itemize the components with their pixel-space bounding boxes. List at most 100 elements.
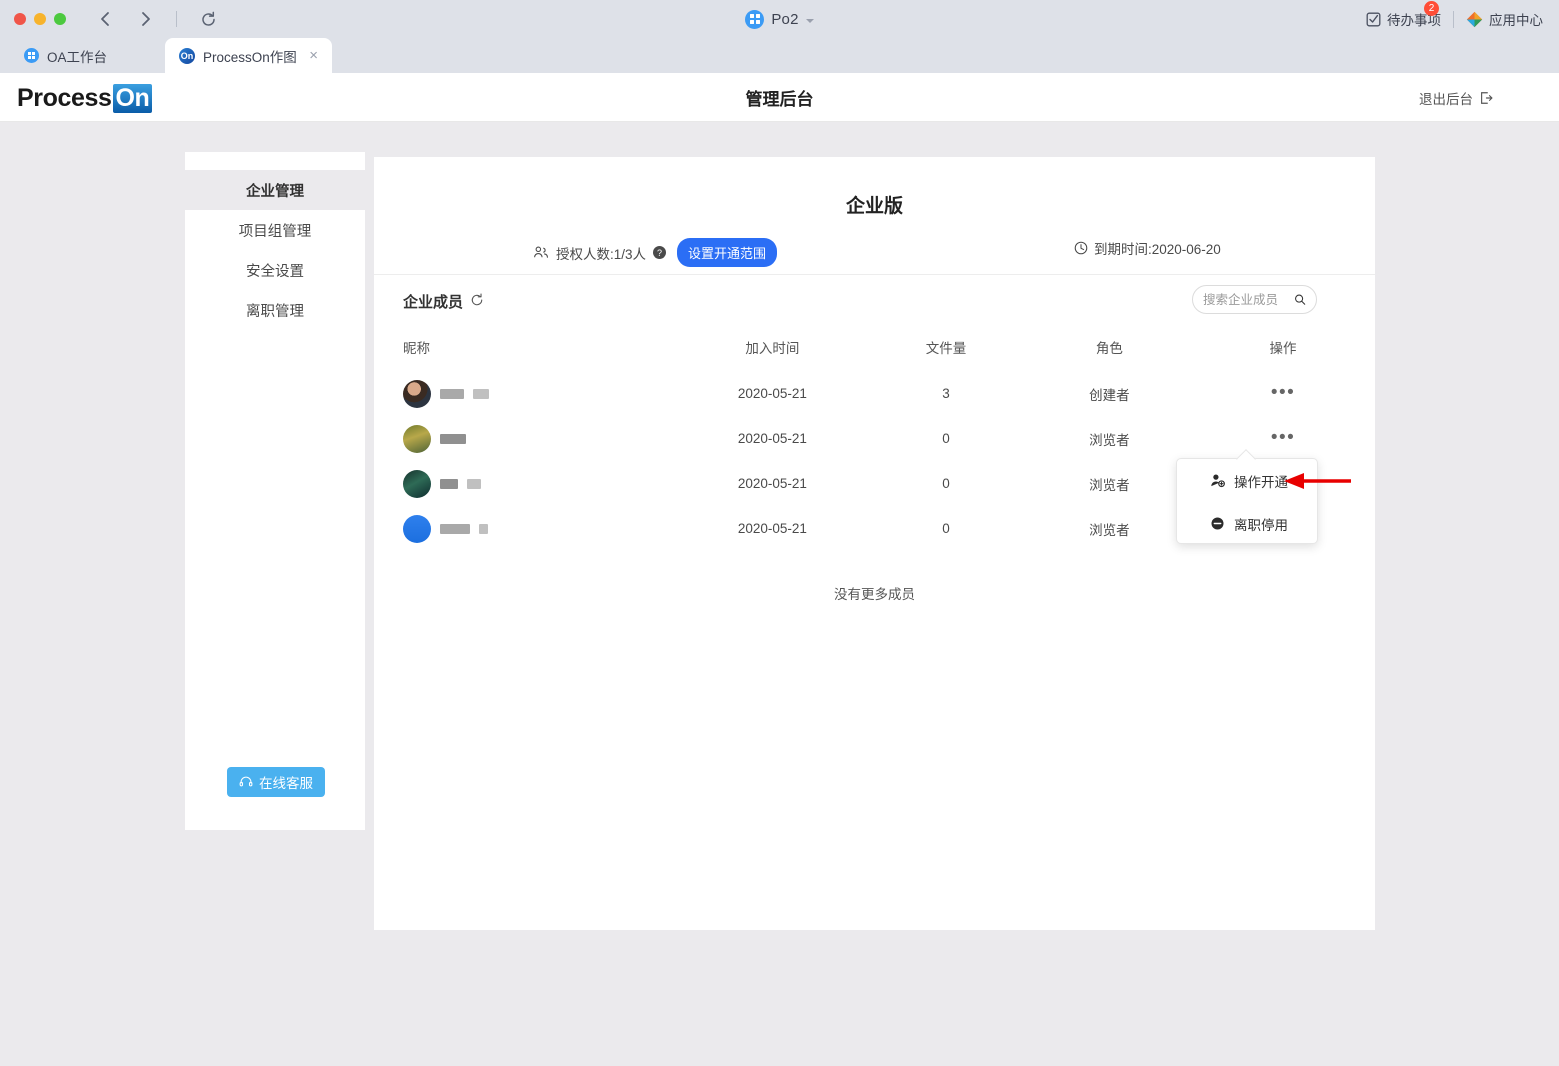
member-role: 浏览者 [1089,432,1130,448]
redacted-name [440,433,466,444]
menu-item-disable-resigned[interactable]: 离职停用 [1177,502,1317,545]
column-header-role: 角色 [1095,341,1123,356]
no-more-members-text: 没有更多成员 [834,587,915,602]
redacted-name [440,388,464,399]
page-body: 企业管理 项目组管理 安全设置 离职管理 在线客服 企业版 授权人数:1/3人 … [0,122,1559,1066]
people-icon [534,246,548,258]
avatar [403,379,431,408]
close-tab-icon[interactable]: × [309,48,318,63]
minimize-window-button[interactable] [34,13,46,25]
reload-icon[interactable] [195,6,221,32]
browser-chrome: Po2 待办事项 2 应用中心 OA工作台 On ProcessOn作图 × [0,0,1559,73]
sidebar-item-security-settings[interactable]: 安全设置 [185,250,365,290]
search-icon [1295,294,1306,305]
member-actions-cell: ••• [1191,371,1375,416]
app-center-icon [1466,11,1483,27]
refresh-icon[interactable] [470,293,484,311]
redacted-name [467,478,481,489]
member-identity [403,469,680,498]
app-header: Process On 管理后台 退出后台 [0,73,1559,122]
member-actions-cell: ••• [1191,416,1375,461]
maximize-window-button[interactable] [54,13,66,25]
search-members-box[interactable] [1192,285,1317,314]
sidebar: 企业管理 项目组管理 安全设置 离职管理 在线客服 [185,152,365,830]
close-window-button[interactable] [14,13,26,25]
redacted-name [473,388,489,399]
expiry-info: 到期时间:2020-06-20 [1074,238,1221,258]
sidebar-top-spacer [185,152,365,170]
member-name-cell [374,416,680,461]
online-support-button[interactable]: 在线客服 [227,767,325,797]
browser-tabstrip: OA工作台 On ProcessOn作图 × [0,38,1559,73]
redacted-name [440,478,458,489]
member-name-cell [374,506,680,551]
sidebar-item-enterprise-management[interactable]: 企业管理 [185,170,365,210]
plan-summary: 企业版 授权人数:1/3人 ? 设置开通范围 到期时间:2020-06-20 [374,157,1375,275]
avatar [403,469,431,498]
menu-item-enable-operation[interactable]: 操作开通 [1177,459,1317,502]
person-add-icon [1211,474,1225,488]
navigation-controls [92,6,221,32]
sidebar-item-label: 项目组管理 [238,223,312,240]
table-header-row: 昵称 加入时间 文件量 角色 操作 [374,327,1375,371]
app-center-button[interactable]: 应用中心 [1466,9,1543,29]
member-join-date: 2020-05-21 [737,521,807,536]
members-title: 企业成员 [403,294,464,311]
sidebar-item-label: 安全设置 [246,263,304,280]
seats-label: 授权人数:1/3人 [556,246,647,262]
sidebar-item-label: 离职管理 [246,303,304,320]
tab-label: ProcessOn作图 [203,49,297,65]
column-header-join-date: 加入时间 [745,341,800,356]
expiry-label: 到期时间:2020-06-20 [1094,242,1221,257]
search-input[interactable] [1203,292,1288,307]
member-role: 浏览者 [1089,477,1130,493]
member-identity [403,379,680,408]
browser-titlebar [0,0,1559,38]
menu-item-label: 操作开通 [1234,474,1288,490]
set-activation-scope-button[interactable]: 设置开通范围 [677,238,778,267]
back-icon[interactable] [92,6,118,32]
logout-icon [1481,91,1493,104]
titlebar-divider [1453,10,1454,28]
table-row: 2020-05-21 3 创建者 ••• [374,371,1375,416]
window-controls[interactable] [0,13,66,25]
logout-label: 退出后台 [1419,91,1473,107]
sidebar-item-resignation-management[interactable]: 离职管理 [185,290,365,330]
forward-icon[interactable] [132,6,158,32]
member-file-count: 0 [942,431,950,446]
column-header-nickname: 昵称 [403,341,430,356]
member-name-cell [374,371,680,416]
member-identity [403,514,680,543]
more-dots-icon[interactable]: ••• [1271,382,1295,403]
sidebar-item-project-group-management[interactable]: 项目组管理 [185,210,365,250]
app-center-label: 应用中心 [1489,13,1543,28]
column-header-file-count: 文件量 [925,341,967,356]
avatar [403,424,431,453]
page-title: 管理后台 [745,90,814,109]
tab-oa-workspace[interactable]: OA工作台 [10,38,121,73]
titlebar-right-actions: 待办事项 2 应用中心 [1366,0,1543,38]
toolbar-divider [176,11,177,27]
clock-icon [1074,241,1088,255]
member-role: 创建者 [1089,387,1130,403]
redacted-name [440,523,470,534]
avatar [403,514,431,543]
menu-item-label: 离职停用 [1234,517,1288,533]
question-mark-icon[interactable]: ? [653,246,667,259]
member-file-count: 0 [942,521,950,536]
sidebar-item-label: 企业管理 [246,183,304,200]
todo-items-button[interactable]: 待办事项 2 [1366,1,1441,29]
logout-button[interactable]: 退出后台 [1419,73,1493,122]
members-section-header: 企业成员 [374,275,1375,327]
member-identity [403,424,680,453]
plan-title: 企业版 [845,196,903,217]
member-join-date: 2020-05-21 [737,386,807,401]
online-support-label: 在线客服 [259,776,313,791]
member-file-count: 0 [942,476,950,491]
minus-circle-icon [1211,517,1224,530]
members-table-head: 昵称 加入时间 文件量 角色 操作 [374,327,1375,371]
more-dots-icon[interactable]: ••• [1271,427,1295,448]
tab-processon[interactable]: On ProcessOn作图 × [165,38,332,73]
tab-label: OA工作台 [47,49,108,65]
processon-on-icon: On [179,47,195,64]
